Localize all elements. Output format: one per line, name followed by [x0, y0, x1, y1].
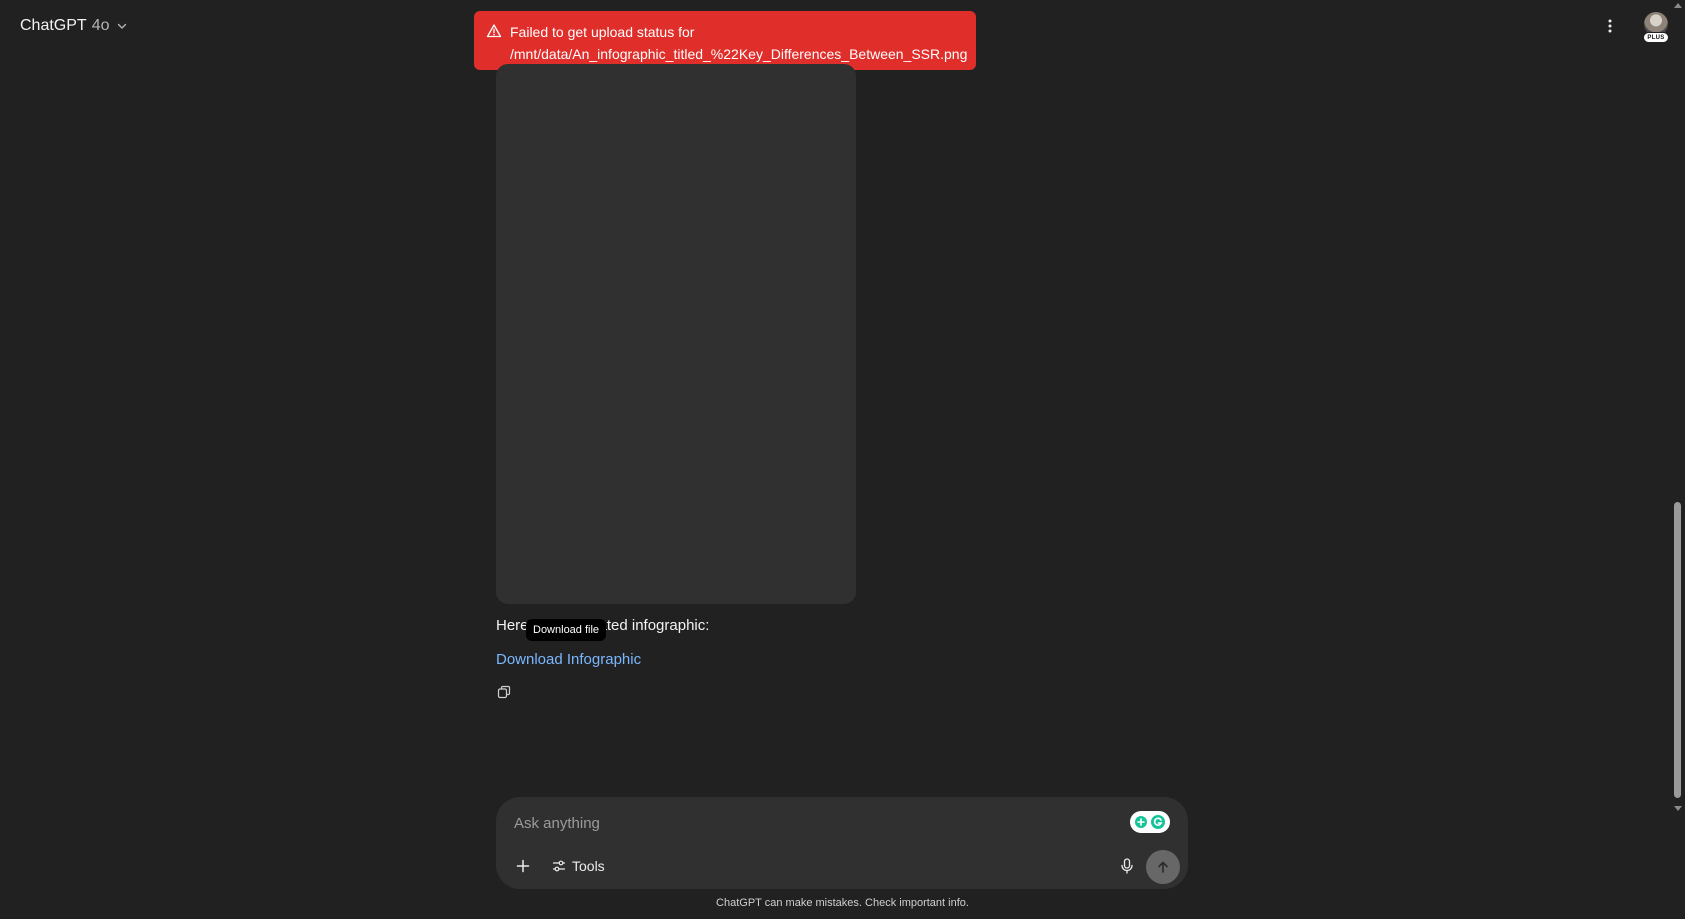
error-toast: Failed to get upload status for /mnt/dat… — [474, 11, 976, 70]
plan-badge: PLUS — [1643, 32, 1669, 43]
copy-icon — [497, 685, 511, 699]
plus-icon — [516, 859, 530, 873]
message-text-start: Here — [496, 617, 529, 634]
more-vertical-icon — [1608, 19, 1612, 33]
grammarly-widget[interactable] — [1130, 811, 1170, 833]
page-scrollbar[interactable] — [1671, 0, 1685, 919]
sliders-icon — [552, 860, 566, 872]
message-text-end: ated infographic: — [598, 617, 710, 634]
add-attachment-button[interactable] — [508, 851, 538, 881]
message-composer: Tools — [496, 797, 1188, 889]
arrow-up-icon — [1158, 861, 1168, 873]
toast-line-1: Failed to get upload status for — [510, 24, 695, 40]
prompt-input[interactable] — [514, 811, 1094, 835]
disclaimer-text: ChatGPT can make mistakes. Check importa… — [716, 897, 969, 909]
brand-name: ChatGPT — [20, 17, 87, 34]
grammarly-plus-icon — [1135, 816, 1147, 828]
model-version: 4o — [91, 17, 110, 34]
scroll-down-arrow-icon[interactable] — [1674, 806, 1682, 811]
copy-button[interactable] — [494, 682, 514, 702]
microphone-icon — [1121, 858, 1133, 874]
toast-message: Failed to get upload status for /mnt/dat… — [510, 21, 967, 62]
chevron-down-icon — [118, 23, 127, 29]
more-options-button[interactable] — [1596, 12, 1624, 40]
download-tooltip: Download file — [526, 619, 607, 641]
warning-triangle-icon — [486, 24, 502, 38]
scroll-up-arrow-icon[interactable] — [1674, 3, 1682, 8]
generated-image-placeholder — [496, 64, 856, 604]
profile-menu-button[interactable]: PLUS — [1640, 12, 1672, 46]
model-selector[interactable]: ChatGPT 4o — [12, 10, 136, 42]
voice-input-button[interactable] — [1112, 851, 1142, 881]
tools-button[interactable]: Tools — [546, 851, 611, 881]
toast-line-2: /mnt/data/An_infographic_titled_%22Key_D… — [510, 46, 968, 62]
send-button[interactable] — [1146, 850, 1180, 884]
download-infographic-link[interactable]: Download Infographic — [496, 651, 641, 668]
tools-label: Tools — [572, 858, 605, 874]
scroll-thumb[interactable] — [1674, 502, 1681, 798]
grammarly-g-icon — [1151, 815, 1165, 829]
